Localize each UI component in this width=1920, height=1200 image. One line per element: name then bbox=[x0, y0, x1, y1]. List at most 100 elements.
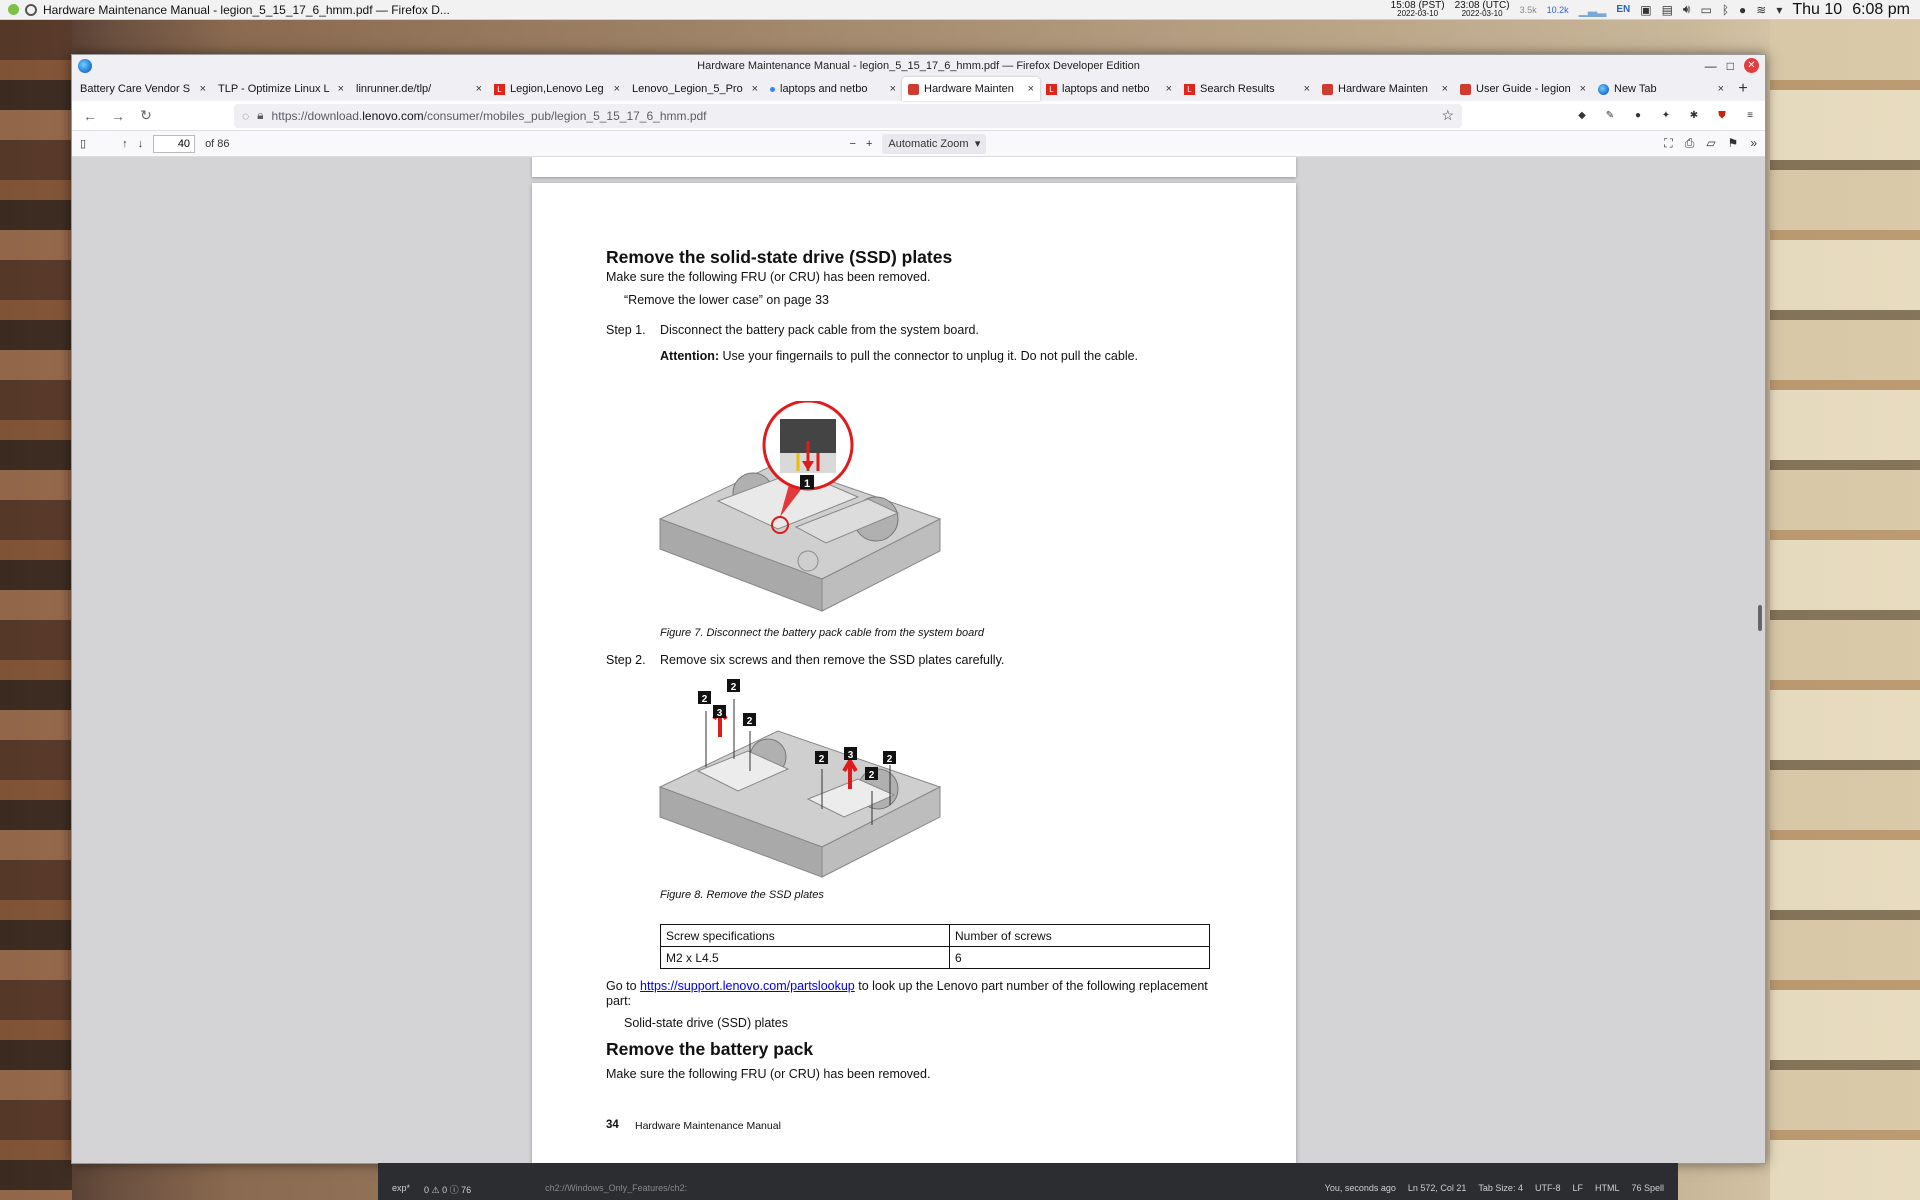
url-bar[interactable]: ◌ 🔒︎ https://download.lenovo.com/consume… bbox=[234, 103, 1462, 128]
system-clock[interactable]: 6:08 pm bbox=[1852, 1, 1910, 19]
section-title: Remove the solid-state drive (SSD) plate… bbox=[606, 247, 953, 267]
window-titlebar[interactable]: Hardware Maintenance Manual - legion_5_1… bbox=[72, 55, 1765, 77]
close-tab-icon[interactable]: × bbox=[476, 83, 482, 95]
browser-tab[interactable]: User Guide - legion × bbox=[1454, 77, 1592, 101]
parts-lookup-link[interactable]: https://support.lenovo.com/partslookup bbox=[640, 979, 855, 993]
close-tab-icon[interactable]: × bbox=[1580, 83, 1586, 95]
back-button[interactable]: ← bbox=[80, 108, 100, 124]
line-ending[interactable]: LF bbox=[1572, 1183, 1583, 1196]
system-day[interactable]: Thu 10 bbox=[1792, 1, 1842, 19]
clock-tz-pst: 15:08 (PST) 2022-03-10 bbox=[1390, 0, 1445, 18]
spell-count[interactable]: 76 Spell bbox=[1631, 1183, 1664, 1196]
minimize-icon[interactable]: — bbox=[1705, 59, 1717, 73]
browser-tab[interactable]: linrunner.de/tlp/ × bbox=[350, 77, 488, 101]
tray-menu-icon[interactable]: ▾ bbox=[1776, 3, 1782, 17]
next-page-icon[interactable]: ↓ bbox=[138, 138, 144, 150]
cursor-position[interactable]: Ln 572, Col 21 bbox=[1408, 1183, 1467, 1196]
extension-puzzle-icon[interactable]: ✱ bbox=[1687, 109, 1701, 123]
callout-2: 2 bbox=[887, 754, 893, 765]
language-mode[interactable]: HTML bbox=[1595, 1183, 1620, 1196]
pocket-icon[interactable]: ◆ bbox=[1575, 109, 1589, 123]
browser-tab[interactable]: Hardware Mainten × bbox=[1316, 77, 1454, 101]
lenovo-favicon-icon: L bbox=[1184, 83, 1195, 95]
presentation-mode-icon[interactable]: ⛶ bbox=[1664, 136, 1672, 151]
tracking-shield-icon[interactable]: ◌ bbox=[242, 109, 249, 123]
browser-tab[interactable]: L Legion,Lenovo Leg × bbox=[488, 77, 626, 101]
volume-icon[interactable]: 🔊︎ bbox=[1683, 2, 1691, 17]
chevron-down-icon: ▾ bbox=[974, 138, 981, 150]
net-up-indicator: 10.2k bbox=[1546, 4, 1569, 15]
problems-count[interactable]: 0 ⚠ 0 ⓘ 76 bbox=[424, 1183, 471, 1196]
zoom-out-icon[interactable]: − bbox=[850, 138, 856, 150]
tab-label: Battery Care Vendor S bbox=[80, 83, 191, 95]
close-window-icon[interactable]: ✕ bbox=[1744, 58, 1759, 73]
close-tab-icon[interactable]: × bbox=[1718, 83, 1724, 95]
pdf-viewer[interactable]: Remove the solid-state drive (SSD) plate… bbox=[72, 157, 1765, 1163]
reload-button[interactable]: ↻ bbox=[136, 107, 156, 124]
print-icon[interactable]: ⎙ bbox=[1685, 136, 1695, 151]
bluetooth-icon[interactable]: ᛒ bbox=[1722, 3, 1729, 17]
sidebar-toggle-icon[interactable]: ▯ bbox=[80, 137, 86, 150]
close-tab-icon[interactable]: × bbox=[1028, 83, 1034, 95]
editor-path: ch2://Windows_Only_Features/ch2: bbox=[545, 1183, 688, 1193]
browser-tab[interactable]: Hardware Mainten × bbox=[902, 77, 1040, 101]
browser-tab[interactable]: New Tab × bbox=[1592, 77, 1730, 101]
file-encoding[interactable]: UTF-8 bbox=[1535, 1183, 1561, 1196]
tab-size[interactable]: Tab Size: 4 bbox=[1478, 1183, 1523, 1196]
git-branch[interactable]: exp* bbox=[392, 1183, 410, 1196]
figure-8-illustration: 2 2 3 2 2 2 3 2 bbox=[658, 679, 942, 878]
save-icon[interactable]: ▱ bbox=[1706, 136, 1715, 151]
pdf-favicon-icon bbox=[1460, 83, 1471, 95]
scrollbar-thumb[interactable] bbox=[1758, 605, 1762, 631]
zoom-in-icon[interactable]: + bbox=[866, 138, 872, 150]
bookmark-icon[interactable]: ⚑ bbox=[1728, 136, 1739, 151]
clipboard-icon[interactable]: ▤ bbox=[1662, 3, 1673, 17]
close-tab-icon[interactable]: × bbox=[614, 83, 620, 95]
browser-tab[interactable]: L Search Results × bbox=[1178, 77, 1316, 101]
browser-tab[interactable]: Llaptops and netbo × bbox=[1040, 77, 1178, 101]
lenovo-favicon-icon: L bbox=[1046, 83, 1057, 95]
close-tab-icon[interactable]: × bbox=[200, 83, 206, 95]
app-menu-icon[interactable] bbox=[8, 4, 19, 15]
browser-tab[interactable]: Battery Care Vendor S × bbox=[74, 77, 212, 101]
extension-b-icon[interactable]: ● bbox=[1631, 109, 1645, 123]
forward-button[interactable]: → bbox=[108, 108, 128, 124]
system-top-bar: Hardware Maintenance Manual - legion_5_1… bbox=[0, 0, 1920, 20]
page-number-input[interactable] bbox=[153, 134, 196, 153]
section-title: Remove the battery pack bbox=[606, 1039, 814, 1059]
screw-spec-table: Screw specifications Number of screws M2… bbox=[660, 924, 1210, 969]
zoom-select[interactable]: Automatic Zoom ▾ bbox=[882, 133, 987, 154]
figure-7-caption: Figure 7. Disconnect the battery pack ca… bbox=[660, 627, 985, 639]
screenshot-icon[interactable]: ▣ bbox=[1640, 3, 1651, 17]
lenovo-favicon-icon: L bbox=[494, 83, 505, 95]
background-shelves-left bbox=[0, 20, 72, 1200]
microphone-icon[interactable]: ● bbox=[1739, 3, 1746, 17]
extension-flame-icon[interactable]: ✦ bbox=[1659, 109, 1673, 123]
tools-chevron-icon[interactable]: » bbox=[1750, 136, 1757, 151]
wifi-icon[interactable]: ≋ bbox=[1756, 3, 1766, 17]
browser-tab[interactable]: TLP - Optimize Linux L × bbox=[212, 77, 350, 101]
close-tab-icon[interactable]: × bbox=[1304, 83, 1310, 95]
browser-tab[interactable]: Lenovo_Legion_5_Pro × bbox=[626, 77, 764, 101]
battery-icon[interactable]: ▭ bbox=[1700, 3, 1711, 17]
close-tab-icon[interactable]: × bbox=[338, 83, 344, 95]
editor-window-behind: exp* 0 ⚠ 0 ⓘ 76 ch2://Windows_Only_Featu… bbox=[378, 1163, 1678, 1200]
devtools-wrench-icon[interactable]: ✎ bbox=[1603, 109, 1617, 123]
close-tab-icon[interactable]: × bbox=[752, 83, 758, 95]
hamburger-menu-icon[interactable]: ≡ bbox=[1743, 109, 1757, 123]
navigation-toolbar: ← → ↻ ◌ 🔒︎ https://download.lenovo.com/c… bbox=[72, 101, 1765, 131]
maximize-icon[interactable]: □ bbox=[1727, 59, 1734, 73]
ublock-shield-icon[interactable]: ⛊ bbox=[1715, 109, 1729, 123]
browser-tab[interactable]: laptops and netbo × bbox=[764, 77, 902, 101]
table-header-cell: Number of screws bbox=[949, 924, 1210, 947]
footer-page-number: 34 bbox=[606, 1119, 619, 1131]
lock-icon[interactable]: 🔒︎ bbox=[257, 108, 263, 123]
close-tab-icon[interactable]: × bbox=[1166, 83, 1172, 95]
new-tab-button[interactable]: + bbox=[1730, 77, 1756, 101]
background-shelves-right bbox=[1770, 20, 1920, 1200]
close-tab-icon[interactable]: × bbox=[890, 83, 896, 95]
close-tab-icon[interactable]: × bbox=[1442, 83, 1448, 95]
bookmark-star-icon[interactable]: ☆ bbox=[1441, 107, 1454, 124]
previous-page-icon[interactable]: ↑ bbox=[122, 138, 128, 150]
keyboard-layout[interactable]: EN bbox=[1616, 4, 1630, 15]
